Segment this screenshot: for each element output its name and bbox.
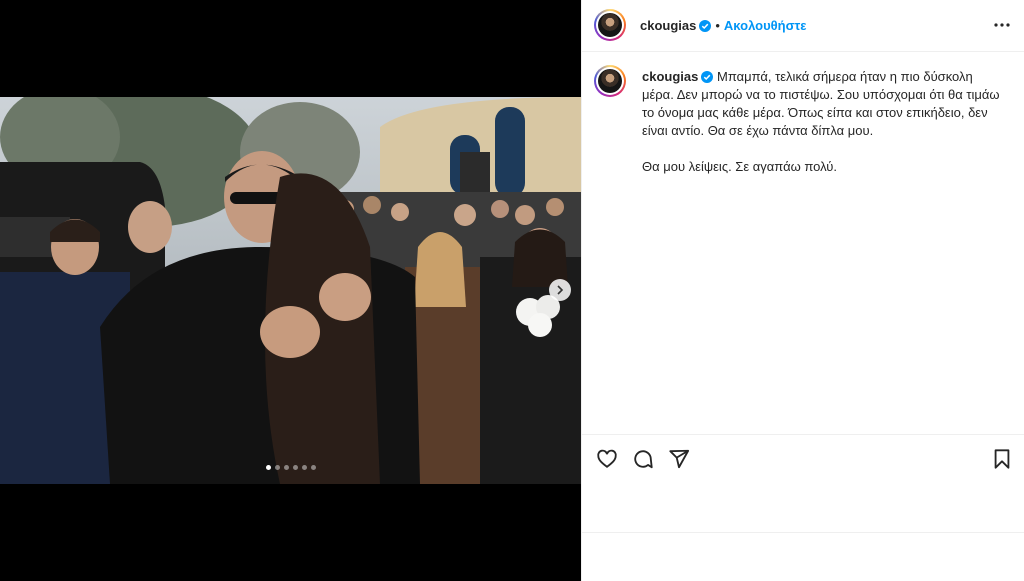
carousel-indicator — [0, 465, 581, 470]
caption-username[interactable]: ckougias — [642, 69, 698, 84]
avatar[interactable] — [594, 9, 626, 41]
action-bar — [582, 434, 1024, 484]
more-options-icon[interactable] — [994, 15, 1010, 35]
follow-button[interactable]: Ακολουθήστε — [724, 18, 807, 33]
carousel-dot — [310, 465, 316, 470]
carousel-next-button[interactable] — [549, 279, 571, 301]
heart-icon[interactable] — [596, 448, 618, 470]
post-media — [0, 0, 581, 581]
carousel-dot — [292, 465, 298, 470]
carousel-dot — [283, 465, 289, 470]
verified-badge-icon — [699, 20, 712, 32]
carousel-dot — [301, 465, 307, 470]
carousel-dot — [265, 465, 271, 470]
post-photo — [0, 97, 581, 484]
caption-text-2: Θα μου λείψεις. Σε αγαπάω πολύ. — [642, 159, 838, 174]
bookmark-icon[interactable] — [992, 448, 1012, 470]
post-header: ckougias • Ακολουθήστε — [582, 0, 1024, 52]
carousel-dot — [274, 465, 280, 470]
caption-avatar[interactable] — [594, 65, 626, 97]
send-icon[interactable] — [668, 448, 690, 470]
username[interactable]: ckougias — [640, 18, 696, 33]
verified-badge-icon — [701, 71, 714, 83]
caption-paragraph: ckougias Μπαμπά, τελικά σήμερα ήταν η πι… — [642, 68, 1002, 140]
comment-icon[interactable] — [632, 448, 654, 470]
divider — [582, 532, 1024, 533]
separator-dot: • — [715, 18, 720, 33]
chevron-right-icon — [557, 285, 564, 295]
post-details-panel: ckougias • Ακολουθήστε ckougias Μπαμπά, τε… — [581, 0, 1024, 581]
post-caption: ckougias Μπαμπά, τελικά σήμερα ήταν η πι… — [642, 68, 1002, 176]
